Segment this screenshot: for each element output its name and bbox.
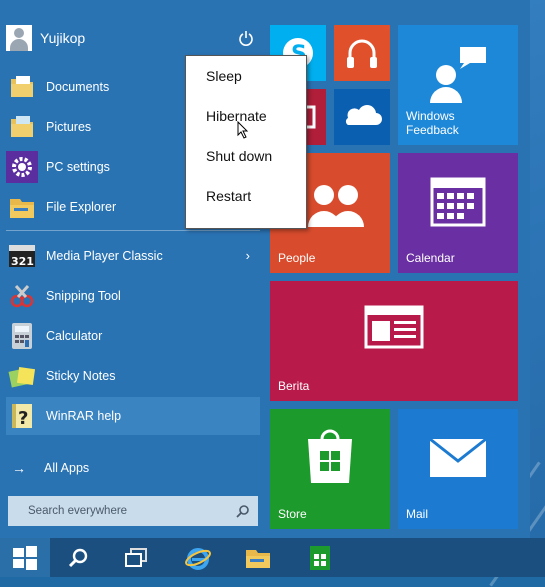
- settings-gear-icon: [6, 151, 38, 183]
- pinned-item-label: Pictures: [46, 120, 92, 134]
- recent-item-winrar-help[interactable]: ? WinRAR help: [6, 397, 260, 435]
- store-bag-icon: [308, 429, 352, 483]
- start-button[interactable]: [0, 538, 50, 577]
- store-tile[interactable]: Store: [270, 409, 390, 529]
- windows-feedback-tile[interactable]: Windows Feedback: [398, 25, 518, 145]
- recent-item-label: Sticky Notes: [46, 369, 116, 383]
- file-explorer-button[interactable]: [236, 538, 280, 577]
- svg-text:?: ?: [18, 408, 28, 429]
- task-view-button[interactable]: [114, 538, 158, 577]
- all-apps-label: All Apps: [44, 461, 90, 475]
- tile-label: Calendar: [406, 251, 455, 265]
- tile-label: People: [278, 251, 316, 265]
- store-bag-icon: [310, 545, 330, 570]
- taskbar-search-button[interactable]: [56, 538, 100, 577]
- recent-item-sticky-notes[interactable]: Sticky Notes: [6, 357, 260, 395]
- calculator-icon: [6, 320, 38, 352]
- file-explorer-icon: [6, 191, 38, 223]
- onedrive-tile[interactable]: [334, 89, 390, 145]
- user-account[interactable]: Yujikop: [6, 24, 85, 52]
- search-icon[interactable]: [236, 504, 250, 518]
- tile-label: Berita: [278, 379, 310, 393]
- mouse-cursor-icon: [237, 121, 249, 139]
- divider: [6, 230, 260, 231]
- power-menu: Sleep Hibernate Shut down Restart: [185, 55, 307, 229]
- tile-label: Windows Feedback: [406, 109, 459, 137]
- documents-folder-icon: [6, 71, 38, 103]
- task-view-icon: [125, 547, 147, 567]
- berita-tile[interactable]: Berita: [270, 281, 518, 401]
- calendar-icon: [430, 177, 486, 227]
- recent-item-label: Snipping Tool: [46, 289, 121, 303]
- recent-item-media-player-classic[interactable]: 321 Media Player Classic ›: [6, 237, 260, 275]
- mail-envelope-icon: [429, 437, 487, 477]
- windows-logo-icon: [13, 545, 37, 570]
- sticky-notes-icon: [6, 360, 38, 392]
- winrar-help-icon: ?: [6, 400, 38, 432]
- pictures-folder-icon: [6, 111, 38, 143]
- internet-explorer-icon: [185, 547, 211, 570]
- search-placeholder: Search everywhere: [28, 505, 128, 517]
- mail-tile[interactable]: Mail: [398, 409, 518, 529]
- power-menu-sleep[interactable]: Sleep: [186, 56, 306, 96]
- recent-item-label: Calculator: [46, 329, 103, 343]
- tile-label: Mail: [406, 507, 429, 521]
- onedrive-cloud-icon: [345, 105, 382, 125]
- recent-item-label: Media Player Classic: [46, 249, 163, 263]
- file-explorer-icon: [246, 549, 270, 568]
- recent-item-label: WinRAR help: [46, 409, 122, 423]
- music-tile[interactable]: [334, 25, 390, 81]
- all-apps-button[interactable]: → All Apps: [12, 460, 89, 476]
- internet-explorer-button[interactable]: [176, 538, 220, 577]
- search-box[interactable]: Search everywhere: [8, 496, 258, 526]
- news-icon: [364, 305, 424, 349]
- store-button[interactable]: [298, 538, 342, 577]
- user-name: Yujikop: [40, 30, 86, 46]
- power-menu-shut-down[interactable]: Shut down: [186, 136, 306, 176]
- calendar-tile[interactable]: Calendar: [398, 153, 518, 273]
- media-player-classic-icon: 321: [6, 240, 38, 272]
- feedback-person-icon: [430, 47, 486, 103]
- tile-label: Store: [278, 507, 307, 521]
- recent-item-calculator[interactable]: Calculator: [6, 317, 260, 355]
- chevron-right-icon[interactable]: ›: [246, 248, 250, 263]
- power-menu-restart[interactable]: Restart: [186, 176, 306, 216]
- pinned-item-label: File Explorer: [46, 200, 117, 214]
- user-avatar-icon: [6, 25, 32, 51]
- power-icon[interactable]: [238, 30, 254, 46]
- search-icon: [68, 548, 88, 567]
- pinned-item-label: Documents: [46, 80, 110, 94]
- snipping-tool-icon: [6, 280, 38, 312]
- taskbar: [0, 538, 545, 577]
- arrow-right-icon: →: [12, 460, 26, 476]
- svg-text:321: 321: [11, 255, 34, 268]
- pinned-item-label: PC settings: [46, 160, 110, 174]
- headphones-icon: [347, 39, 377, 68]
- recent-item-snipping-tool[interactable]: Snipping Tool: [6, 277, 260, 315]
